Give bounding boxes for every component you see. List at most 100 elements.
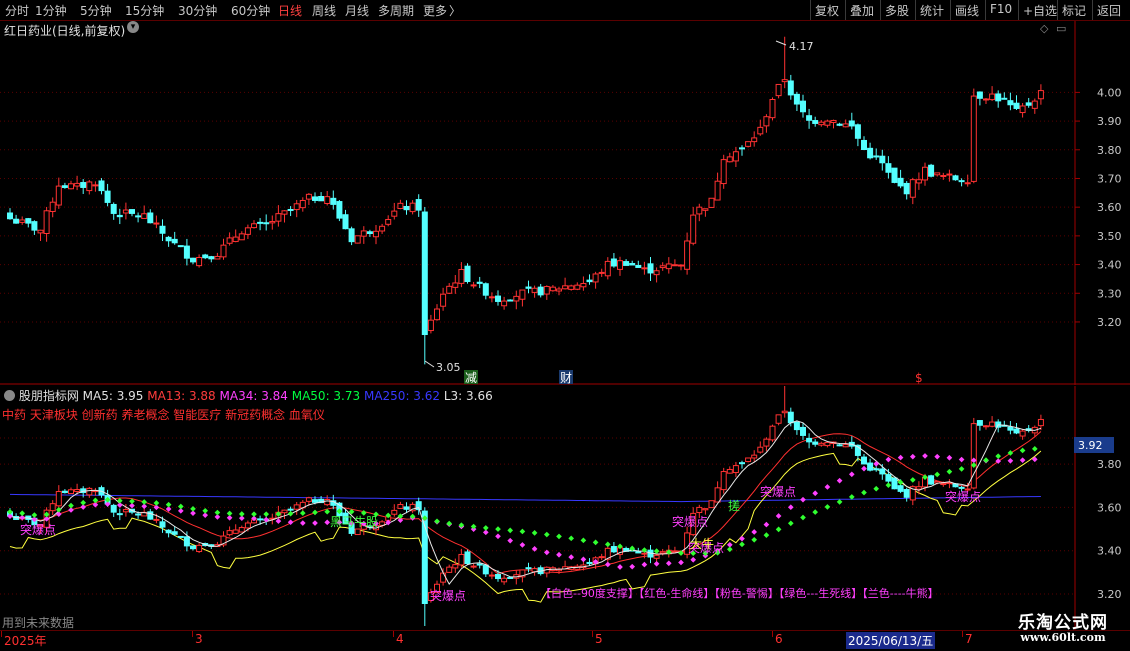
period-tab-30min[interactable]: 30分钟: [178, 2, 217, 19]
candle-body: [397, 202, 404, 209]
ma34-dot: [861, 465, 867, 472]
indicator-candle-body: [879, 468, 886, 475]
indicator-candle-body: [915, 486, 922, 490]
candle-body: [1007, 100, 1014, 106]
candle-body: [159, 225, 166, 234]
indicator-candle-body: [732, 465, 739, 474]
candle-body: [196, 256, 203, 267]
signal-annotation: 黑马牛股: [330, 514, 378, 529]
huaxian-button[interactable]: 画线: [950, 0, 983, 20]
period-tab-daily[interactable]: 日线: [278, 2, 302, 19]
ma50-dot: [592, 539, 599, 546]
candle-body: [464, 265, 471, 283]
ma34-dot: [629, 563, 636, 570]
period-tab-1min[interactable]: 1分钟: [35, 2, 67, 19]
indicator-candle-body: [751, 454, 758, 459]
period-tab-5min[interactable]: 5分钟: [80, 2, 112, 19]
period-tab-15min[interactable]: 15分钟: [125, 2, 164, 19]
candle-body: [830, 119, 837, 123]
indicator-name[interactable]: 股朋指标网: [19, 389, 79, 403]
indicator-candle-body: [159, 521, 166, 528]
date-label-2: 4: [396, 632, 404, 646]
candle-body: [592, 273, 599, 283]
period-tab-multi[interactable]: 多周期: [378, 2, 414, 19]
indicator-candle-body: [55, 491, 62, 507]
candle-body: [897, 177, 904, 187]
more-chevron-icon[interactable]: 〉: [449, 2, 461, 19]
diamond-icon[interactable]: ◇: [1040, 22, 1048, 35]
chevron-down-icon[interactable]: ▾: [127, 21, 139, 33]
tongji-button[interactable]: 统计: [915, 0, 948, 20]
biaoji-button[interactable]: 标记: [1057, 0, 1090, 20]
high-price-label: 4.17: [789, 40, 814, 53]
diejia-button[interactable]: 叠加: [845, 0, 878, 20]
candle-body: [312, 196, 318, 201]
indicator-candle-body: [659, 551, 666, 554]
period-tab-fenshi[interactable]: 分时: [5, 2, 29, 19]
expand-panel-icon[interactable]: ▭: [1056, 22, 1066, 35]
candle-body: [556, 288, 562, 292]
indicator-candle-body: [281, 509, 288, 514]
signal-annotation: 突爆点: [20, 522, 56, 537]
price-tick-label: 4.00: [1097, 86, 1122, 99]
candle-body: [403, 205, 410, 211]
ma50-dot: [861, 489, 867, 496]
candle-body: [427, 319, 434, 332]
candle-body: [940, 175, 947, 178]
indicator-tick-label: 3.60: [1097, 501, 1122, 514]
indicator-candle-body: [867, 462, 874, 471]
candle-body: [360, 230, 367, 237]
candle-body: [190, 257, 196, 263]
ma34-dot: [690, 556, 697, 563]
period-tab-monthly[interactable]: 月线: [345, 2, 369, 19]
candle-body: [98, 180, 105, 192]
duogu-button[interactable]: 多股: [880, 0, 913, 20]
indicator-candle-body: [171, 531, 178, 535]
price-chart[interactable]: 4.00 3.90 3.80 3.70 3.60 3.50 3.40 3.30 3.20 4.17…: [0, 21, 1130, 385]
indicator-menu-icon[interactable]: [4, 390, 15, 401]
ma34-dot: [934, 453, 941, 460]
future-data-note: 用到未来数据: [2, 616, 75, 630]
f10-button[interactable]: F10: [985, 0, 1016, 20]
candle-body: [720, 159, 727, 185]
indicator-candle-body: [708, 500, 715, 509]
ma34-dot: [275, 518, 282, 524]
ma5-line: [9, 420, 1042, 586]
period-tab-weekly[interactable]: 周线: [312, 2, 336, 19]
candle-body: [385, 219, 392, 225]
ma50-dot: [226, 510, 233, 517]
candle-body: [958, 180, 965, 183]
candle-body: [598, 271, 605, 274]
candle-body: [848, 120, 855, 127]
indicator-candle-body: [1013, 428, 1020, 434]
ma50-dot: [946, 468, 953, 475]
candle-body: [543, 286, 550, 295]
candle-body: [800, 100, 806, 113]
add-watchlist-button[interactable]: +自选: [1018, 0, 1061, 20]
candle-body: [690, 214, 697, 244]
period-tab-more[interactable]: 更多: [423, 2, 447, 19]
event-marker: 减: [465, 371, 477, 385]
candle-body: [604, 260, 611, 277]
indicator-candle-body: [452, 564, 459, 569]
candle-body: [763, 116, 770, 127]
back-button[interactable]: 返回: [1092, 0, 1130, 20]
candle-body: [1031, 100, 1038, 109]
indicator-candle-body: [324, 498, 331, 506]
candle-body: [348, 228, 355, 243]
candle-body: [342, 214, 349, 230]
candle-body: [671, 264, 678, 267]
candle-body: [171, 238, 178, 244]
ma34-dot: [1007, 457, 1014, 464]
fuquan-button[interactable]: 复权: [810, 0, 843, 20]
indicator-candle-body: [238, 527, 245, 533]
period-tab-60min[interactable]: 60分钟: [231, 2, 270, 19]
ma50-dot: [763, 532, 770, 538]
candle-body: [836, 123, 843, 126]
candle-body: [568, 285, 575, 290]
ma50-dot: [909, 477, 916, 483]
candle-body: [915, 179, 922, 184]
ma50-dot: [482, 525, 489, 531]
candle-body: [708, 197, 715, 208]
candle-body: [129, 209, 135, 214]
